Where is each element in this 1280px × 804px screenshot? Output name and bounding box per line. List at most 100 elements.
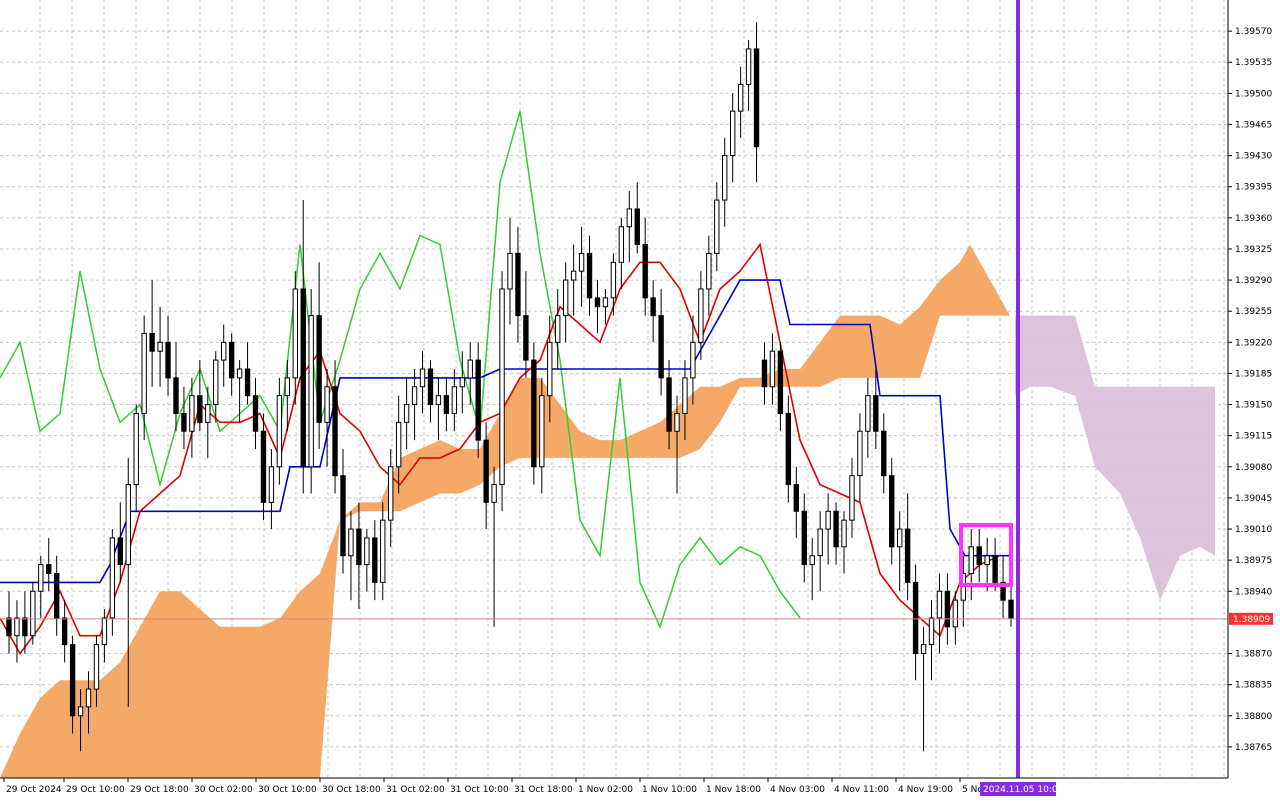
y-tick-label: 1.39220 — [1235, 338, 1272, 348]
candle-body — [976, 546, 982, 566]
x-tick-label: 31 Oct 10:00 — [450, 785, 509, 795]
y-tick-label: 1.39290 — [1235, 276, 1272, 286]
candle[interactable] — [308, 288, 314, 494]
y-tick-label: 1.39185 — [1235, 369, 1272, 379]
candle-body — [101, 617, 108, 646]
candle-body — [706, 252, 712, 290]
y-tick-label: 1.39395 — [1235, 183, 1272, 193]
y-tick-label: 1.39255 — [1235, 307, 1272, 317]
candle-body — [372, 537, 378, 583]
candle-body — [380, 519, 386, 583]
candle-body — [117, 537, 124, 566]
candle-body — [419, 368, 426, 388]
candle-body — [714, 199, 720, 254]
candle-body — [85, 688, 92, 708]
candle-body — [769, 350, 776, 388]
candle-body — [952, 599, 959, 628]
x-tick-label: 1 Nov 02:00 — [578, 785, 633, 795]
y-tick-label: 1.39045 — [1235, 494, 1272, 504]
candle-body — [491, 484, 497, 503]
y-tick-label: 1.38800 — [1235, 712, 1272, 722]
candle-body — [992, 555, 998, 583]
candle-body — [260, 430, 267, 503]
y-tick-label: 1.39535 — [1235, 58, 1272, 68]
candle[interactable] — [499, 271, 505, 512]
candle-body — [904, 528, 911, 583]
candle-body — [157, 341, 163, 352]
x-tick-label: 1 Nov 10:00 — [642, 785, 697, 795]
trading-chart[interactable]: 1.39570 1.39535 1.39500 1.39465 1.39430 1.393… — [0, 0, 1280, 800]
candle-body — [531, 359, 537, 468]
candle-body — [602, 297, 609, 308]
candle-body — [865, 395, 871, 432]
candle-body — [189, 395, 195, 432]
candle-body — [213, 359, 219, 406]
candle-body — [205, 404, 211, 423]
candle-body — [467, 359, 473, 379]
candle-body — [722, 155, 728, 201]
x-tick-label: 30 Oct 02:00 — [194, 785, 253, 795]
y-tick-label: 1.38870 — [1235, 650, 1272, 660]
candle-body — [141, 332, 147, 414]
candle-body — [555, 315, 561, 343]
candle-body — [77, 706, 84, 717]
chart-svg[interactable]: 1.39570 1.39535 1.39500 1.39465 1.39430 1.393… — [0, 0, 1280, 800]
candle-body — [817, 528, 823, 557]
candle-body — [228, 341, 235, 379]
candle-body — [173, 377, 179, 414]
candle-body — [968, 546, 974, 574]
y-tick-label: 1.38835 — [1235, 681, 1272, 691]
candle[interactable] — [531, 342, 537, 485]
candle-body — [268, 466, 275, 503]
y-tick-label: 1.39570 — [1235, 27, 1272, 37]
candle-body — [125, 484, 131, 566]
candle-body — [594, 297, 601, 308]
candle-body — [300, 288, 306, 468]
candle-body — [1008, 599, 1014, 619]
candle-body — [825, 510, 831, 530]
candle-body — [857, 430, 863, 477]
candle[interactable] — [30, 582, 36, 645]
candle-body — [562, 279, 569, 317]
candle-body — [936, 590, 943, 619]
x-tick-label: 4 Nov 03:00 — [770, 785, 825, 795]
candle-body — [634, 208, 640, 246]
y-tick-label: 1.39465 — [1235, 120, 1272, 130]
y-tick-label: 1.39080 — [1235, 463, 1272, 473]
candle-body — [841, 519, 847, 548]
candle-body — [833, 510, 839, 548]
candle-body — [729, 110, 736, 157]
candle-body — [610, 261, 617, 299]
candle-body — [737, 83, 744, 112]
candle-body — [93, 644, 100, 690]
y-tick-label: 1.39360 — [1235, 214, 1272, 224]
candle-body — [690, 341, 696, 379]
candle-body — [809, 555, 815, 566]
candle-body — [14, 617, 20, 637]
candle-body — [276, 395, 283, 468]
candle-body — [244, 368, 251, 397]
candle-body — [523, 315, 529, 361]
candle-body — [928, 617, 935, 646]
candle-body — [499, 288, 505, 486]
x-tick-label: 29 Oct 2024 — [6, 785, 62, 795]
y-tick-label: 1.39115 — [1235, 432, 1272, 442]
candle-body — [547, 341, 553, 397]
candle-body — [745, 48, 752, 85]
candle-body — [881, 430, 887, 477]
candle-body — [793, 484, 799, 512]
y-tick-label: 1.39010 — [1235, 525, 1272, 535]
candle-body — [666, 377, 672, 432]
candle-body — [849, 475, 855, 521]
candle-body — [165, 341, 171, 379]
candle-body — [356, 528, 362, 566]
x-tick-label: 30 Oct 10:00 — [258, 785, 317, 795]
candle-body — [912, 581, 919, 655]
candle-body — [411, 386, 418, 406]
candle-body — [451, 386, 458, 414]
candle-body — [69, 644, 76, 717]
candle-body — [292, 288, 298, 379]
candle[interactable] — [475, 342, 481, 458]
candle-body — [507, 252, 513, 290]
current-price-label: 1.38909 — [1233, 615, 1270, 625]
